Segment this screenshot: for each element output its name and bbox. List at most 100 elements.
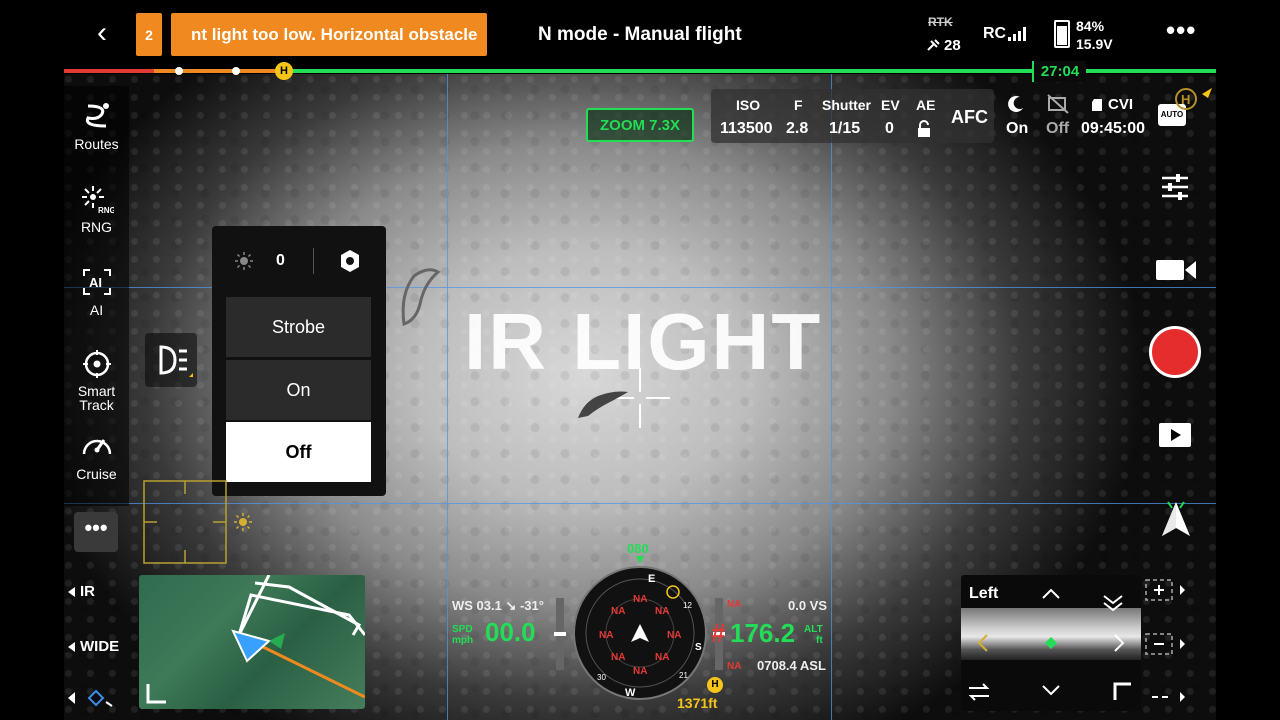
record-button[interactable] (1149, 326, 1201, 378)
obstacle-na-front-right: NA (655, 606, 669, 617)
pip-more-button[interactable] (1150, 688, 1190, 706)
shutter-value: 1/15 (829, 120, 861, 137)
map-route-overlay (231, 575, 365, 699)
sidebar-item-ai[interactable]: AI AI (64, 266, 129, 318)
home-icon-text: H (1181, 92, 1190, 107)
speedometer-icon (82, 439, 111, 455)
altitude-asl: 0708.4 ASL (757, 658, 826, 673)
home-point-marker: H (275, 62, 293, 80)
play-icon (1171, 429, 1181, 441)
satellite-count: 28 (944, 37, 961, 54)
rng-icon-text: RNG (98, 206, 114, 215)
sd-card-icon (1092, 99, 1102, 111)
camera-settings-sliders-icon[interactable] (1160, 174, 1190, 200)
back-button[interactable]: ‹ (88, 18, 116, 48)
dewarp-value: Off (1046, 120, 1070, 137)
map-expand-icon[interactable] (145, 681, 169, 705)
battery-icon[interactable] (1054, 20, 1070, 48)
iso-value: 113500 (720, 120, 773, 137)
brightness-icon (235, 252, 253, 270)
swap-view-icon[interactable] (967, 682, 991, 702)
spotlight-option-on[interactable]: On (226, 360, 371, 420)
playback-button[interactable] (1159, 423, 1191, 447)
spotlight-option-strobe[interactable]: Strobe (226, 297, 371, 357)
battery-voltage: 15.9V (1076, 36, 1113, 52)
zoom-indicator[interactable]: ZOOM 7.3X (586, 108, 694, 142)
compass-label-30: 30 (597, 673, 606, 682)
rtk-status[interactable]: RTK (928, 15, 953, 29)
dewarp-icon[interactable] (1047, 94, 1069, 114)
lens-ir-button[interactable]: IR (80, 583, 95, 600)
night-mode-value: On (1006, 120, 1029, 137)
home-distance: 1371ft (677, 695, 718, 711)
ae-lock-icon[interactable] (917, 120, 931, 138)
route-icon (85, 103, 109, 128)
heading-marker-icon (636, 556, 644, 564)
ai-icon: AI (82, 269, 111, 295)
home-distance-icon: H (707, 677, 723, 693)
double-chevron-down-icon[interactable] (1102, 594, 1124, 612)
lens-wide-button[interactable]: WIDE (80, 638, 119, 655)
compass-dial: E S W 30 12 21 NA NA NA NA NA NA NA NA (585, 573, 702, 698)
expand-corner-icon[interactable] (1113, 682, 1133, 702)
sidebar-item-label: RNG (80, 219, 113, 235)
battery-percent: 84% (1076, 18, 1105, 34)
zoom-out-button[interactable] (1145, 632, 1189, 656)
divider (313, 248, 314, 274)
chevron-left-icon[interactable] (977, 633, 989, 653)
sidebar-item-routes[interactable]: Routes (64, 100, 129, 152)
sidebar-item-cruise[interactable]: Cruise (64, 430, 129, 482)
signal-bars-icon (1008, 27, 1026, 41)
video-mode-icon[interactable] (1155, 257, 1197, 283)
iso-label: ISO (736, 97, 761, 113)
settings-gear-icon[interactable] (337, 248, 363, 274)
obstacle-na-back-right: NA (655, 652, 669, 663)
warning-count-badge[interactable]: 2 (136, 13, 162, 56)
brightness-value[interactable]: 0 (276, 252, 285, 270)
obstacle-na-up: NA (727, 599, 742, 610)
zoom-in-button[interactable] (1145, 578, 1189, 602)
spotlight-option-off[interactable]: Off (226, 422, 371, 482)
focus-frame[interactable] (143, 480, 227, 564)
sidebar-item-label: Cruise (76, 466, 117, 482)
focus-mode[interactable]: AFC (951, 107, 988, 128)
more-menu-button[interactable]: ••• (1166, 17, 1196, 43)
chevron-down-icon[interactable] (1041, 684, 1061, 696)
smart-track-icon (82, 350, 111, 378)
compass-label-12: 12 (683, 601, 692, 610)
exposure-sun-icon[interactable] (233, 512, 253, 532)
flight-time-remaining: 27:04 (1032, 61, 1086, 82)
chevron-up-icon[interactable] (1041, 588, 1061, 600)
timeline-marker (175, 67, 183, 75)
aperture-label: F (794, 97, 803, 113)
sidebar-item-rng[interactable]: RNG RNG (64, 183, 129, 235)
sidebar-item-label: Smart Track (77, 383, 116, 413)
obstacle-na-left: NA (599, 630, 613, 641)
speed-unit-line1: SPD (452, 624, 473, 635)
navigation-arrow-icon[interactable] (1160, 500, 1192, 538)
chevron-left-icon (68, 587, 75, 597)
obstacle-na-front: NA (633, 594, 647, 605)
recording-time: 09:45:00 (1081, 120, 1146, 137)
obstacle-na-back-left: NA (611, 652, 625, 663)
grid-line-vertical-1 (447, 74, 448, 720)
animal-silhouette (578, 391, 628, 418)
compass-label-e: E (648, 573, 655, 585)
night-mode-icon[interactable] (1006, 94, 1026, 114)
compass-attitude-indicator[interactable]: E S W 30 12 21 NA NA NA NA NA NA NA NA (573, 566, 707, 700)
altitude-unit: ALT ft (804, 624, 823, 646)
grid-line-vertical-2 (831, 74, 832, 720)
flight-mode-title: N mode - Manual flight (538, 24, 742, 45)
map-layer-icon[interactable] (68, 688, 114, 708)
gimbal-center-icon (1045, 637, 1057, 649)
storage-label[interactable]: CVI (1108, 96, 1133, 113)
warning-banner[interactable]: nt light too low. Horizontal obstacle (171, 13, 487, 56)
chevron-right-icon[interactable] (1113, 633, 1125, 653)
sidebar-item-smart-track[interactable]: Smart Track (64, 348, 129, 412)
shutter-label: Shutter (822, 97, 871, 113)
spotlight-button[interactable] (145, 333, 197, 387)
horizontal-speed: 00.0 (485, 617, 536, 647)
minimap[interactable] (139, 575, 365, 709)
sidebar-more-button[interactable]: ••• (74, 512, 118, 552)
rc-signal-label[interactable]: RC (983, 25, 1006, 43)
